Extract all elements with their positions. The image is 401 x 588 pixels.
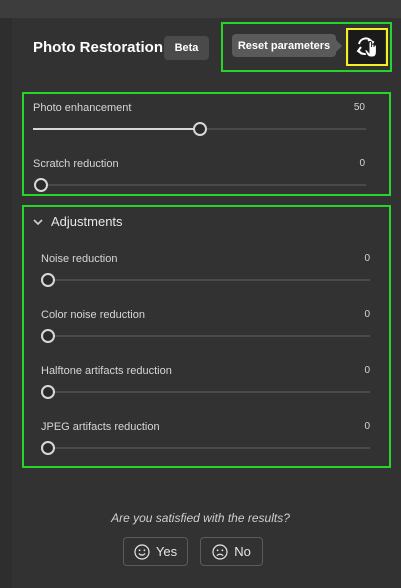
frown-icon xyxy=(212,543,228,560)
left-gutter xyxy=(0,18,12,588)
color-noise-reduction-value: 0 xyxy=(364,309,370,320)
scratch-reduction-value: 0 xyxy=(359,158,365,169)
halftone-artifacts-reduction-value: 0 xyxy=(364,365,370,376)
noise-reduction-label: Noise reduction xyxy=(41,253,118,265)
panel-title: Photo Restoration xyxy=(33,39,163,56)
feedback-yes-label: Yes xyxy=(155,544,178,559)
color-noise-reduction-slider[interactable] xyxy=(41,329,370,343)
chevron-down-icon xyxy=(33,218,43,225)
jpeg-artifacts-reduction-knob[interactable] xyxy=(41,441,55,455)
photo-enhancement-slider[interactable] xyxy=(33,122,366,136)
beta-badge: Beta xyxy=(164,36,209,60)
color-noise-reduction-label: Color noise reduction xyxy=(41,309,145,321)
adjustments-title: Adjustments xyxy=(51,214,123,229)
scratch-reduction-slider[interactable] xyxy=(34,178,366,192)
jpeg-artifacts-reduction-slider[interactable] xyxy=(41,441,370,455)
top-strip xyxy=(0,0,401,18)
jpeg-artifacts-reduction-value: 0 xyxy=(364,421,370,432)
color-noise-reduction-knob[interactable] xyxy=(41,329,55,343)
photo-enhancement-value: 50 xyxy=(353,102,365,113)
photo-enhancement-knob[interactable] xyxy=(192,122,207,136)
halftone-artifacts-reduction-slider[interactable] xyxy=(41,385,370,399)
reset-parameters-tooltip: Reset parameters xyxy=(232,34,342,57)
feedback-yes-button[interactable]: Yes xyxy=(123,537,188,566)
feedback-question: Are you satisfied with the results? xyxy=(111,511,290,525)
feedback-no-label: No xyxy=(234,544,251,559)
halftone-artifacts-reduction-knob[interactable] xyxy=(41,385,55,399)
scratch-reduction-knob[interactable] xyxy=(34,178,48,192)
smile-icon xyxy=(134,543,150,560)
halftone-artifacts-reduction-label: Halftone artifacts reduction xyxy=(41,365,172,377)
photo-enhancement-label: Photo enhancement xyxy=(33,102,132,114)
adjustments-header[interactable]: Adjustments xyxy=(33,214,123,229)
scratch-reduction-label: Scratch reduction xyxy=(33,158,119,170)
feedback-no-button[interactable]: No xyxy=(200,537,263,566)
highlight-reset-button xyxy=(346,28,388,66)
noise-reduction-value: 0 xyxy=(364,253,370,264)
photo-enhancement-fill xyxy=(33,128,200,130)
jpeg-artifacts-reduction-label: JPEG artifacts reduction xyxy=(41,421,160,433)
noise-reduction-knob[interactable] xyxy=(41,273,55,287)
noise-reduction-slider[interactable] xyxy=(41,273,370,287)
